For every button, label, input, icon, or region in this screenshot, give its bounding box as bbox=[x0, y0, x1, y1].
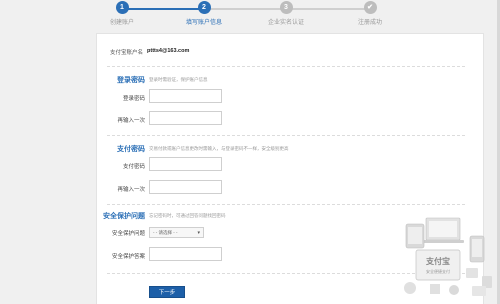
illus-brand: 支付宝 bbox=[425, 256, 450, 266]
divider bbox=[107, 204, 465, 205]
login-password-desc: 登录时需验证，保护账户信息 bbox=[149, 77, 208, 82]
step-label: 创建账户 bbox=[109, 20, 134, 26]
pay-password-confirm-label: 再输入一次 bbox=[117, 187, 145, 193]
login-password-input[interactable] bbox=[149, 89, 222, 103]
pay-password-input[interactable] bbox=[149, 157, 222, 171]
pay-password-label: 支付密码 bbox=[122, 164, 145, 170]
chevron-down-icon: ▾ bbox=[197, 230, 200, 236]
step-fill-info: 2 填写账户信息 bbox=[164, 1, 244, 26]
divider bbox=[107, 135, 465, 136]
security-question-desc: 忘记密码时，可通过回答问题找回密码 bbox=[149, 213, 226, 218]
security-question-title: 安全保护问题 bbox=[103, 213, 145, 220]
step-number: 2 bbox=[197, 1, 211, 14]
account-name-value: pttts4@163.com bbox=[147, 48, 190, 54]
security-answer-input[interactable] bbox=[149, 247, 222, 261]
step-label: 企业实名认证 bbox=[267, 20, 304, 26]
tablet-icon bbox=[405, 223, 425, 249]
security-question-label: 安全保护问题 bbox=[111, 231, 145, 237]
alipay-card: 支付宝 安全便捷支付 bbox=[415, 249, 461, 281]
account-name-label: 支付宝账户名 bbox=[110, 50, 144, 56]
login-password-label: 登录密码 bbox=[122, 96, 145, 102]
pay-password-desc: 交易付款或账户信息更改时需输入，与登录密码不一样，安全级别更高 bbox=[149, 146, 289, 151]
illus-sub: 安全便捷支付 bbox=[426, 268, 450, 274]
security-answer-label: 安全保护答案 bbox=[111, 254, 145, 260]
login-password-title: 登录密码 bbox=[117, 77, 145, 84]
security-question-select[interactable]: - - 请选择 - - ▾ bbox=[149, 227, 204, 238]
laptop-icon bbox=[422, 217, 464, 243]
step-label: 填写账户信息 bbox=[185, 20, 222, 26]
step-success: ✔ 注册成功 bbox=[330, 1, 410, 26]
step-label: 注册成功 bbox=[357, 20, 382, 26]
next-button[interactable]: 下一步 bbox=[149, 286, 185, 298]
progress-steps: 1 创建账户 2 填写账户信息 3 企业实名认证 ✔ 注册成功 bbox=[0, 0, 500, 30]
check-icon: ✔ bbox=[363, 1, 377, 14]
pay-password-confirm-input[interactable] bbox=[149, 180, 222, 194]
pay-password-title: 支付密码 bbox=[117, 146, 145, 153]
device-illustration: 支付宝 安全便捷支付 bbox=[404, 217, 492, 296]
security-question-select-value: - - 请选择 - - bbox=[153, 230, 178, 235]
login-password-confirm-input[interactable] bbox=[149, 111, 222, 125]
step-verify: 3 企业实名认证 bbox=[246, 1, 326, 26]
divider bbox=[107, 66, 465, 67]
phone-icon bbox=[469, 235, 485, 263]
step-number: 3 bbox=[279, 1, 293, 14]
step-create-account: 1 创建账户 bbox=[82, 1, 162, 26]
step-number: 1 bbox=[115, 1, 129, 14]
login-password-confirm-label: 再输入一次 bbox=[117, 118, 145, 124]
